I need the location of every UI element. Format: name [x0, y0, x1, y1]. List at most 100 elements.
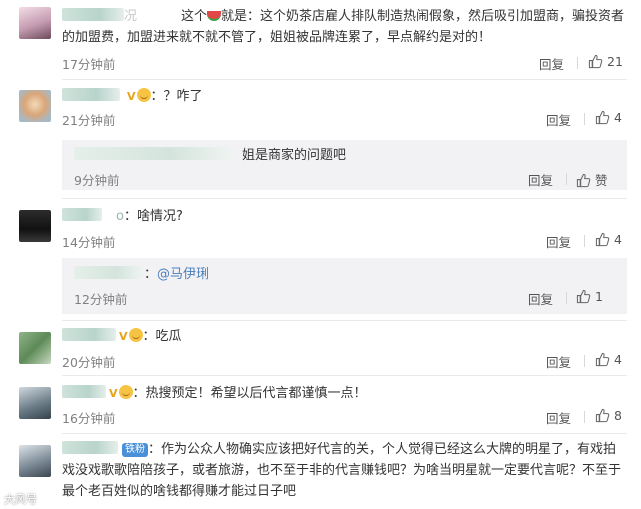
- comment-item: o：啥情况? 14分钟前 回复 4 ：@马伊琍 12分钟前 回复 1: [0, 200, 641, 318]
- divider: [584, 411, 585, 423]
- avatar[interactable]: [19, 332, 51, 364]
- smile-emoji-icon: [136, 88, 151, 102]
- comment-text-prefix: 这个: [181, 9, 208, 24]
- like-count: 4: [614, 110, 622, 125]
- divider: [584, 113, 585, 125]
- like-button[interactable]: 4: [595, 110, 622, 125]
- reply-button[interactable]: 回复: [528, 289, 553, 308]
- reply-button[interactable]: 回复: [546, 352, 571, 371]
- like-button[interactable]: 4: [595, 232, 622, 247]
- reply-button[interactable]: 回复: [546, 110, 571, 129]
- reply-thread: 姐是商家的问题吧 9分钟前 回复 赞: [62, 140, 627, 190]
- like-count: 21: [607, 54, 623, 69]
- thumbs-up-icon: [595, 232, 610, 247]
- avatar[interactable]: [19, 90, 51, 122]
- username-blurred[interactable]: [74, 266, 144, 279]
- comment-meta: 17分钟前 回复 21: [62, 54, 625, 72]
- username-suffix[interactable]: o: [116, 209, 124, 224]
- like-count: 4: [614, 232, 622, 247]
- thumbs-up-icon: [576, 173, 591, 188]
- comment-meta: 16分钟前 回复 8: [62, 408, 625, 426]
- divider: [62, 320, 627, 321]
- username-blurred[interactable]: [62, 441, 118, 454]
- watermark: 大风号: [4, 493, 37, 506]
- username-blurred[interactable]: [62, 328, 116, 341]
- fan-badge: 铁粉: [122, 443, 148, 457]
- comment-content: V ：热搜预定！希望以后代言都谨慎一点！: [62, 383, 625, 404]
- comment-meta: 20分钟前 回复 4: [62, 352, 625, 370]
- comment-text: ：？咋了: [150, 89, 203, 104]
- comment-text: ：吃瓜: [142, 329, 182, 344]
- like-button[interactable]: 1: [576, 289, 603, 304]
- timestamp: 17分钟前: [62, 57, 116, 72]
- timestamp: 21分钟前: [62, 113, 116, 128]
- comment-item: V ：热搜预定！希望以后代言都谨慎一点！ 16分钟前 回复 8: [0, 377, 641, 431]
- divider: [62, 433, 627, 434]
- reply-content: ：@马伊琍: [74, 264, 209, 285]
- comment-content: 况 这个 就是：这个奶茶店雇人排队制造热闹假象，然后吸引加盟商，骗投资者的加盟费，加…: [62, 6, 625, 48]
- comment-item: 铁粉 ：作为公众人物确实应该把好代言的关，个人觉得已经这么大牌的明星了，有戏拍戏没…: [0, 435, 641, 509]
- comment-meta: 14分钟前 回复 4: [62, 232, 625, 250]
- comment-item: V ：吃瓜 20分钟前 回复 4: [0, 322, 641, 374]
- comment-content: o：啥情况?: [62, 206, 625, 227]
- reply-button[interactable]: 回复: [546, 408, 571, 427]
- mention-link[interactable]: @马伊琍: [157, 267, 209, 282]
- comment-meta: 21分钟前 回复 4: [62, 110, 625, 128]
- reply-button[interactable]: 回复: [528, 170, 553, 189]
- reply-thread: ：@马伊琍 12分钟前 回复 1: [62, 258, 627, 314]
- username-blurred[interactable]: [74, 147, 234, 160]
- reply-content: 姐是商家的问题吧: [74, 145, 346, 166]
- smile-emoji-icon: [118, 385, 133, 399]
- username-suffix[interactable]: 况: [124, 9, 137, 24]
- comment-text: ：啥情况?: [123, 209, 183, 224]
- divider: [577, 57, 578, 69]
- like-button[interactable]: 8: [595, 408, 622, 423]
- vip-badge-icon: V: [127, 90, 136, 103]
- thumbs-up-icon: [576, 289, 591, 304]
- avatar[interactable]: [19, 387, 51, 419]
- timestamp: 12分钟前: [74, 292, 128, 307]
- reply-meta: 12分钟前 回复 1: [74, 289, 627, 307]
- comment-content: 铁粉 ：作为公众人物确实应该把好代言的关，个人觉得已经这么大牌的明星了，有戏拍戏没…: [62, 439, 625, 502]
- reply-text: 姐是商家的问题吧: [242, 148, 347, 163]
- like-button[interactable]: 21: [588, 54, 623, 69]
- thumbs-up-icon: [595, 408, 610, 423]
- like-count: 8: [614, 408, 622, 423]
- comment-item: 况 这个 就是：这个奶茶店雇人排队制造热闹假象，然后吸引加盟商，骗投资者的加盟费，加…: [0, 0, 641, 74]
- comment-content: V ：？咋了: [62, 86, 625, 107]
- like-button[interactable]: 4: [595, 352, 622, 367]
- divider: [566, 173, 567, 185]
- vip-badge-icon: V: [119, 330, 128, 343]
- username-blurred[interactable]: [62, 88, 120, 101]
- username-blurred[interactable]: [62, 8, 124, 21]
- like-button[interactable]: 赞: [576, 170, 608, 189]
- like-count: 4: [614, 352, 622, 367]
- timestamp: 9分钟前: [74, 173, 120, 188]
- timestamp: 16分钟前: [62, 411, 116, 426]
- vip-badge-icon: V: [109, 387, 118, 400]
- comment-item: V ：？咋了 21分钟前 回复 4 姐是商家的问题吧 9分钟前 回复 赞: [0, 80, 641, 195]
- watermelon-emoji-icon: [207, 11, 222, 21]
- divider: [62, 198, 627, 199]
- divider: [584, 355, 585, 367]
- avatar[interactable]: [19, 7, 51, 39]
- thumbs-up-icon: [588, 54, 603, 69]
- divider: [566, 292, 567, 304]
- avatar[interactable]: [19, 210, 51, 242]
- thumbs-up-icon: [595, 110, 610, 125]
- divider: [62, 375, 627, 376]
- timestamp: 20分钟前: [62, 355, 116, 370]
- username-blurred[interactable]: [62, 208, 102, 221]
- like-count: 1: [595, 289, 603, 304]
- smile-emoji-icon: [128, 328, 143, 342]
- comment-text: 就是：这个奶茶店雇人排队制造热闹假象，然后吸引加盟商，骗投资者的加盟费，加盟进来…: [62, 9, 625, 45]
- username-blurred[interactable]: [62, 385, 106, 398]
- avatar[interactable]: [19, 445, 51, 477]
- comment-content: V ：吃瓜: [62, 326, 625, 347]
- divider: [584, 235, 585, 247]
- comment-text: ：热搜预定！希望以后代言都谨慎一点！: [132, 386, 367, 401]
- reply-button[interactable]: 回复: [539, 54, 564, 73]
- reply-button[interactable]: 回复: [546, 232, 571, 251]
- like-label: 赞: [595, 173, 608, 188]
- timestamp: 14分钟前: [62, 235, 116, 250]
